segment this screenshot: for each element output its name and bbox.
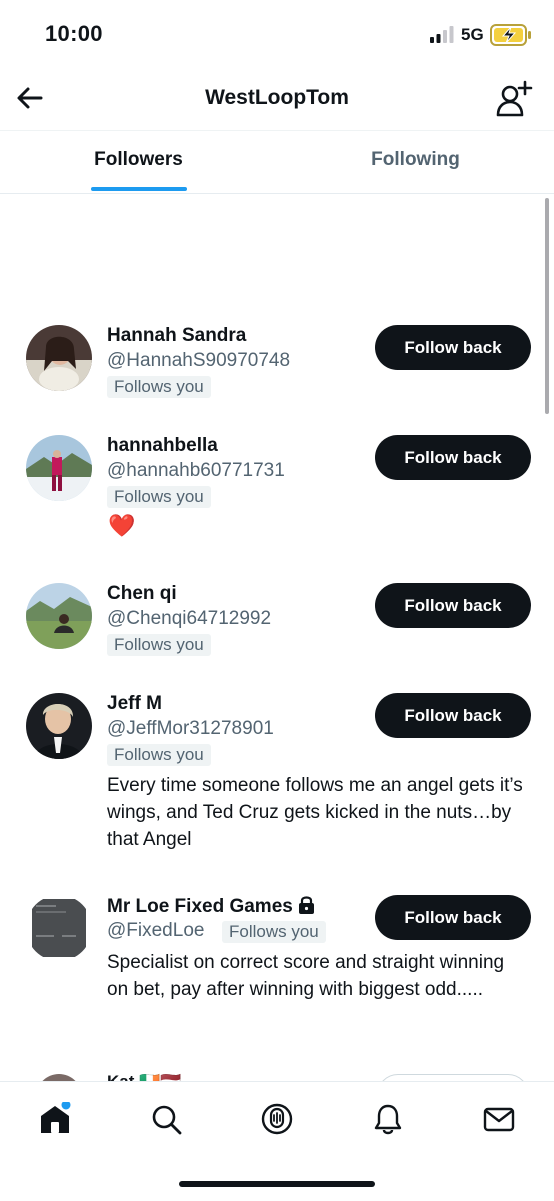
tab-bar: Followers Following — [0, 130, 554, 194]
notifications-icon[interactable] — [371, 1102, 405, 1136]
spaces-icon[interactable] — [260, 1102, 294, 1136]
home-indicator — [179, 1181, 375, 1187]
list-item[interactable]: Hannah Sandra @HannahS90970748 Follows y… — [0, 325, 554, 415]
page-title: WestLoopTom — [205, 86, 349, 109]
signal-icon — [430, 26, 454, 43]
user-name-text: Mr Loe Fixed Games — [107, 896, 293, 917]
avatar[interactable] — [26, 325, 92, 391]
user-handle: @HannahS90970748 — [107, 350, 291, 371]
follows-you-badge: Follows you — [107, 486, 211, 508]
user-handle: @Chenqi64712992 — [107, 608, 272, 629]
follow-back-button[interactable]: Follow back — [375, 895, 531, 940]
status-time: 10:00 — [45, 21, 103, 46]
follow-back-button[interactable]: Follow back — [375, 325, 531, 370]
list-item[interactable]: Jeff M @JeffMor31278901 Follows you Ever… — [0, 693, 554, 858]
user-handle: @hannahb60771731 — [107, 460, 285, 481]
search-icon[interactable] — [149, 1102, 183, 1136]
user-handle: @JeffMor31278901 — [107, 718, 274, 739]
list-item[interactable]: hannahbella @hannahb60771731 Follows you… — [0, 435, 554, 545]
status-bar: 10:00 5G — [0, 0, 554, 70]
avatar[interactable] — [26, 435, 92, 501]
avatar[interactable] — [26, 693, 92, 759]
follows-you-badge: Follows you — [222, 921, 326, 943]
add-user-icon[interactable] — [494, 78, 534, 118]
user-name: Mr Loe Fixed Games — [107, 895, 315, 918]
follow-back-button[interactable]: Follow back — [375, 693, 531, 738]
user-name: Chen qi — [107, 583, 177, 604]
battery-charging-icon — [490, 24, 531, 46]
user-bio: Specialist on correct score and straight… — [107, 952, 505, 1000]
user-name: Jeff M — [107, 693, 162, 714]
user-bio: Every time someone follows me an angel g… — [107, 775, 523, 850]
user-name: hannahbella — [107, 435, 218, 456]
network-label: 5G — [461, 25, 484, 44]
avatar[interactable] — [26, 895, 92, 961]
follows-you-badge: Follows you — [107, 376, 211, 398]
follow-back-button[interactable]: Follow back — [375, 435, 531, 480]
user-name: Hannah Sandra — [107, 325, 247, 346]
list-item[interactable]: Chen qi @Chenqi64712992 Follows you Foll… — [0, 583, 554, 673]
tab-following[interactable]: Following — [277, 149, 554, 171]
avatar[interactable] — [26, 583, 92, 649]
messages-icon[interactable] — [482, 1102, 516, 1136]
list-item[interactable]: Mr Loe Fixed Games @FixedLoe Follows you… — [0, 895, 554, 1040]
tab-followers[interactable]: Followers — [0, 149, 277, 171]
follows-you-badge: Follows you — [107, 744, 211, 766]
follow-back-button[interactable]: Follow back — [375, 583, 531, 628]
home-icon[interactable] — [38, 1102, 72, 1136]
follows-you-badge: Follows you — [107, 634, 211, 656]
profile-header: WestLoopTom — [0, 70, 554, 130]
user-bio: ❤️ — [108, 513, 136, 538]
active-tab-indicator — [91, 187, 187, 191]
user-handle: @FixedLoe — [107, 920, 205, 941]
lock-icon — [299, 896, 315, 914]
